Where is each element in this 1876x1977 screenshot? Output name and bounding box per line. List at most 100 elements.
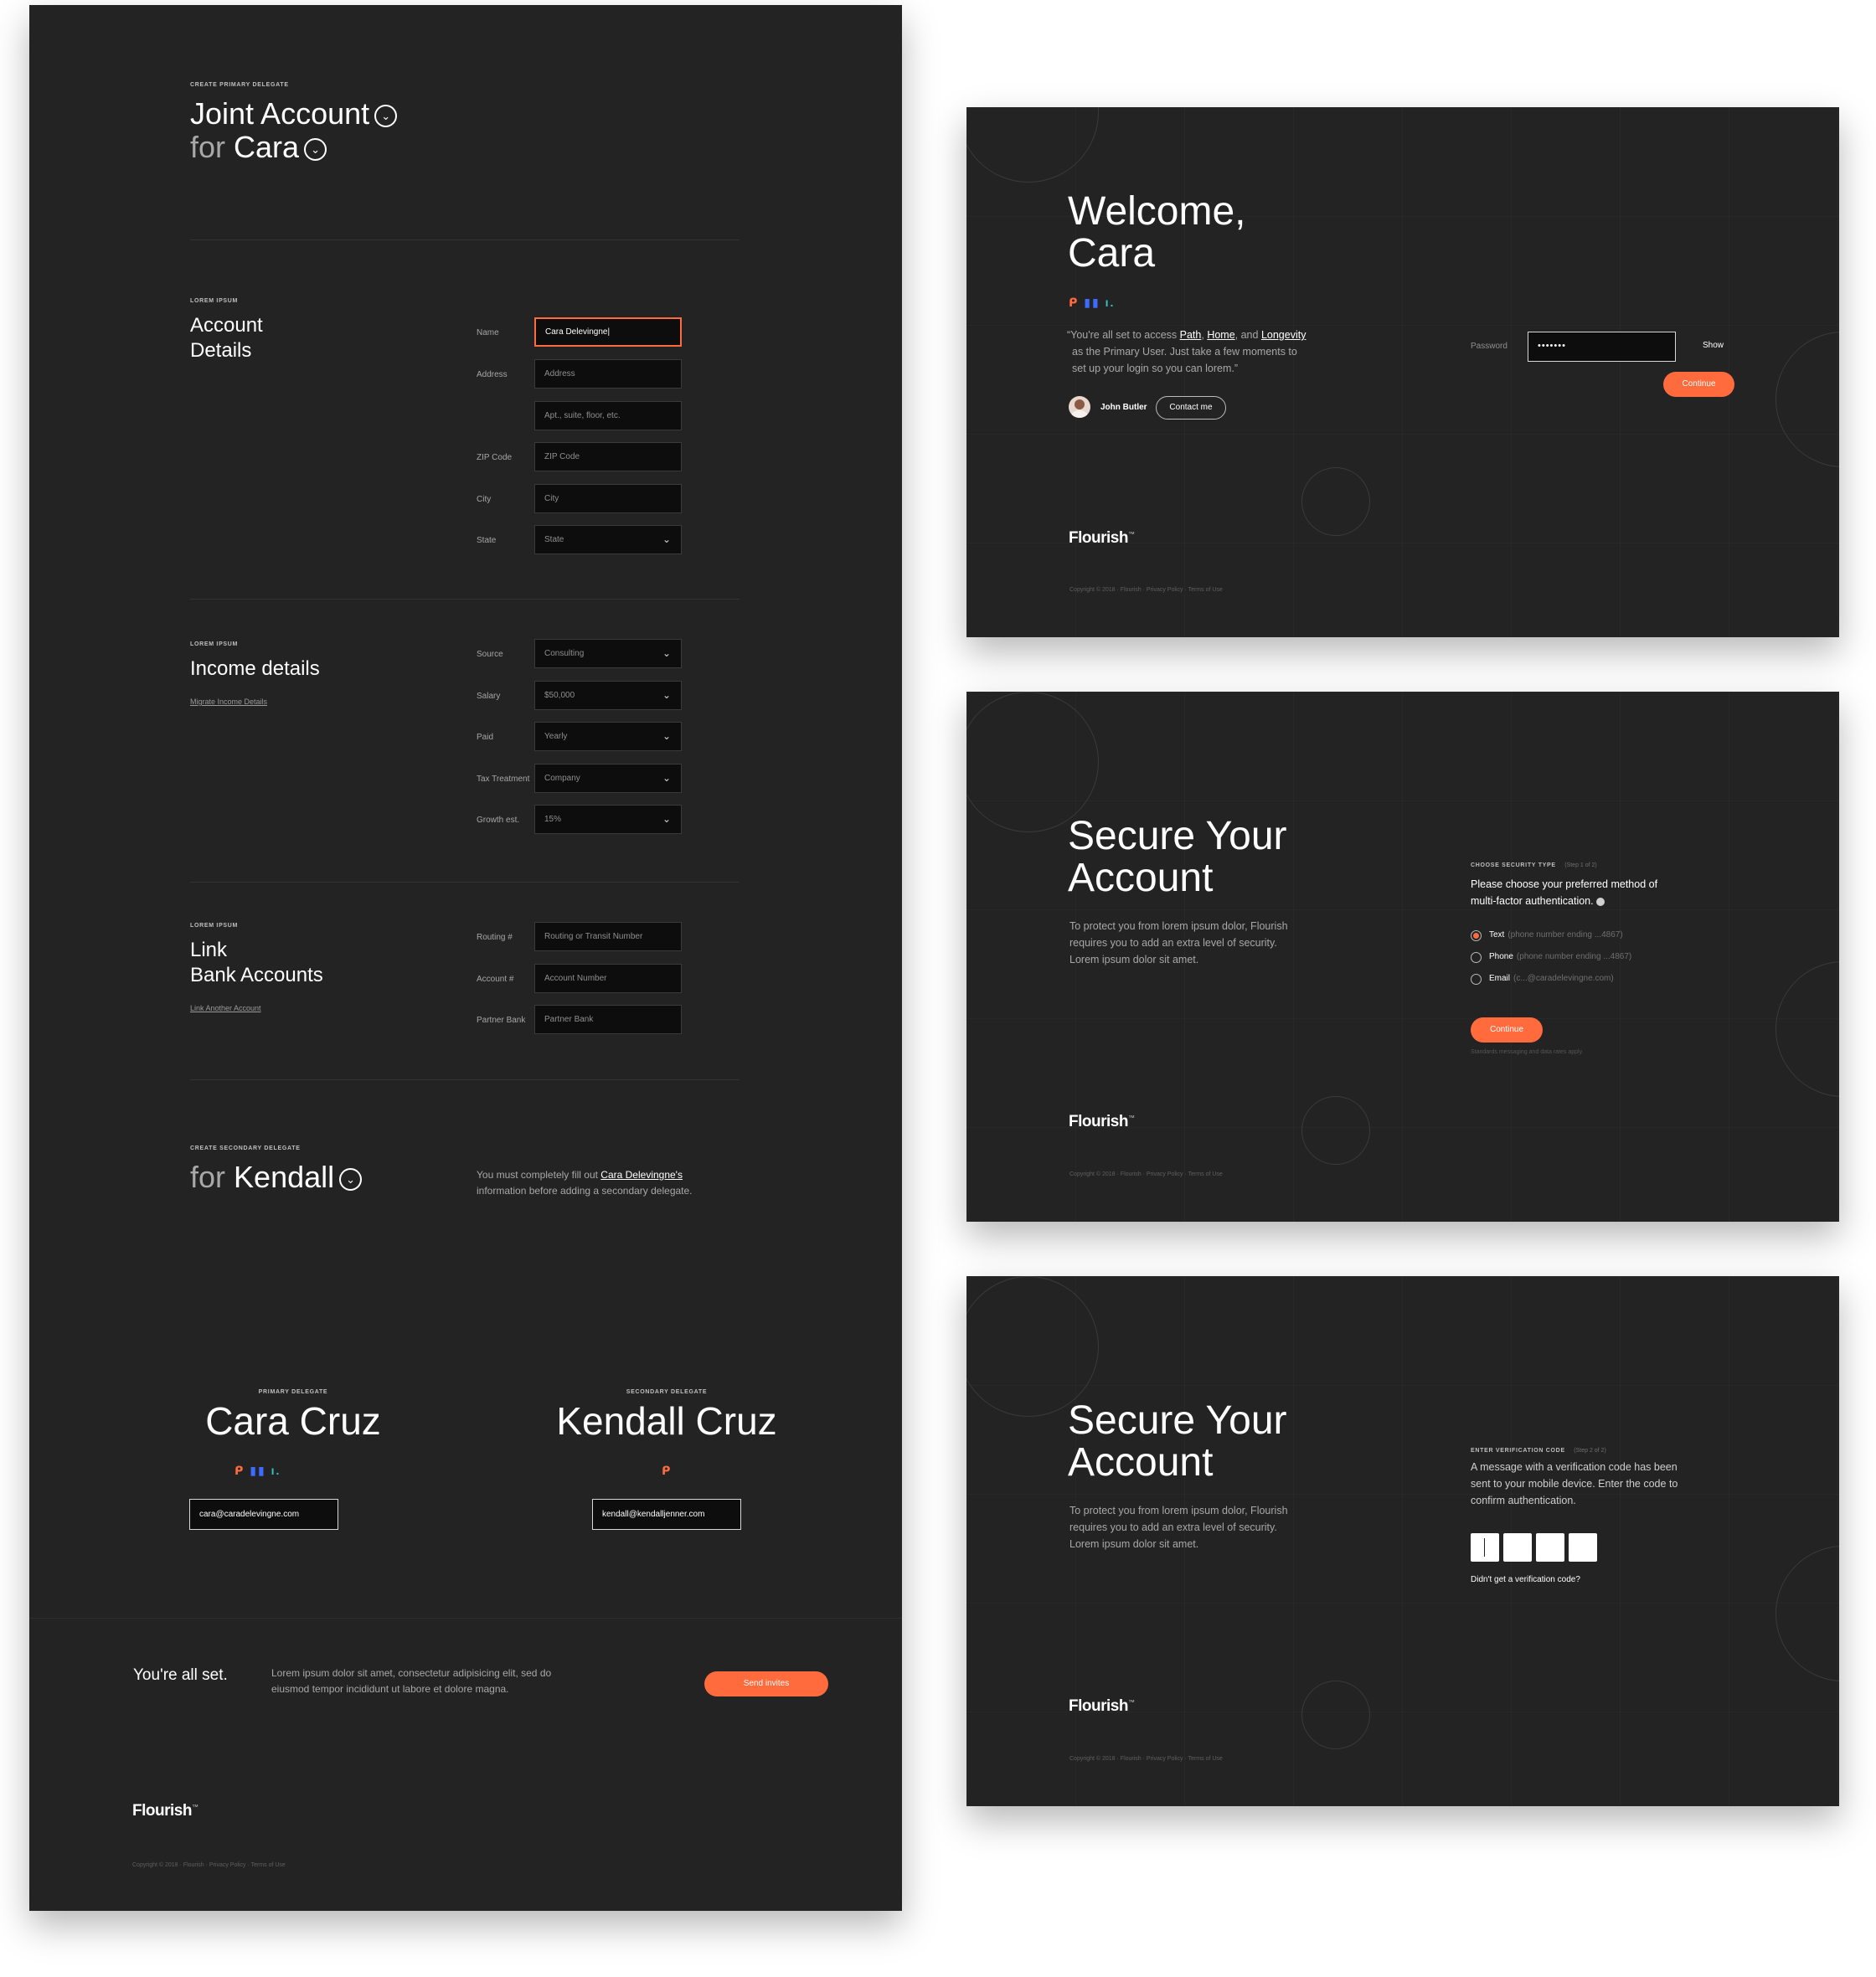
primary-delegate-name: Cara Cruz (205, 1399, 381, 1443)
welcome-title-line-1: Welcome, (1068, 189, 1246, 234)
continue-button[interactable]: Continue (1663, 372, 1734, 397)
chevron-down-icon: ⌄ (662, 730, 671, 742)
zip-input[interactable]: ZIP Code (534, 442, 682, 471)
secure-title-line-1: Secure Your (1068, 1398, 1287, 1443)
path-mark-icon: ᑭ (662, 1464, 673, 1477)
migrate-income-link[interactable]: Migrate Income Details (190, 698, 267, 706)
longevity-link[interactable]: Longevity (1261, 329, 1306, 341)
avatar (1069, 396, 1090, 418)
growth-select[interactable]: 15% ⌄ (534, 805, 682, 834)
all-set-title: You're all set. (133, 1666, 228, 1684)
chevron-down-icon[interactable]: ⌄ (374, 104, 398, 127)
chevron-down-icon: ⌄ (662, 533, 671, 545)
decorative-circle (1301, 467, 1370, 536)
account-section-eyebrow: LOREM IPSUM (190, 298, 239, 304)
flourish-logo[interactable]: Flourish™ (132, 1802, 198, 1820)
description-line-2: requires you to add an extra level of se… (1069, 937, 1277, 949)
chevron-down-icon[interactable]: ⌄ (339, 1167, 363, 1191)
copyright: Copyright © 2018 · Flourish · Privacy Po… (1069, 1756, 1223, 1762)
flourish-logo[interactable]: Flourish™ (1069, 1697, 1135, 1716)
copyright: Copyright © 2018 · Flourish · Privacy Po… (1069, 1171, 1223, 1177)
option-hint: (phone number ending ...4867) (1508, 930, 1623, 940)
flourish-logo[interactable]: Flourish™ (1069, 1113, 1135, 1131)
info-icon[interactable] (1596, 897, 1605, 906)
security-prompt: Please choose your preferred method of m… (1471, 876, 1657, 909)
option-hint: (c...@caradelevingne.com) (1513, 974, 1614, 983)
home-mark-icon: ▮▮ (1084, 296, 1100, 309)
source-select[interactable]: Consulting ⌄ (534, 639, 682, 668)
city-input[interactable]: City (534, 484, 682, 513)
brand-marks: ᑭ (662, 1464, 672, 1478)
secondary-email-field[interactable]: kendall@kendalljenner.com (592, 1499, 741, 1530)
chevron-down-icon[interactable]: ⌄ (304, 137, 327, 161)
bank-title-line-2: Bank Accounts (190, 964, 323, 986)
code-digit-2-input[interactable] (1503, 1533, 1532, 1562)
code-digit-4-input[interactable] (1569, 1533, 1597, 1562)
path-link[interactable]: Path (1180, 329, 1202, 341)
send-invites-button[interactable]: Send invites (704, 1671, 828, 1696)
home-link[interactable]: Home (1207, 329, 1234, 341)
secondary-note: You must completely fill out Cara Delevi… (477, 1167, 745, 1199)
partner-bank-input[interactable]: Partner Bank (534, 1005, 682, 1034)
address-line-2-input[interactable]: Apt., suite, floor, etc. (534, 401, 682, 430)
name-input[interactable]: Cara Delevingne| (534, 317, 682, 347)
chevron-down-icon: ⌄ (662, 689, 671, 701)
divider (190, 1079, 740, 1080)
state-select[interactable]: State ⌄ (534, 525, 682, 554)
text-radio[interactable] (1471, 930, 1482, 941)
trademark: ™ (191, 1803, 198, 1811)
path-mark-icon: ᑭ (234, 1464, 245, 1477)
salary-select[interactable]: $50,000 ⌄ (534, 681, 682, 710)
state-value: State (544, 535, 564, 544)
email-radio[interactable] (1471, 974, 1482, 985)
bank-section-title: Link Bank Accounts (190, 938, 323, 988)
divider (190, 882, 740, 883)
brand-marks: ᑭ ▮▮ ı. (1069, 296, 1115, 310)
cara-profile-link[interactable]: Cara Delevingne's (600, 1169, 683, 1181)
salary-value: $50,000 (544, 691, 575, 700)
quote-text: “You're all set to access (1067, 329, 1180, 341)
phone-radio[interactable] (1471, 952, 1482, 963)
eyebrow-text: CHOOSE SECURITY TYPE (1471, 862, 1556, 868)
name-label: Name (477, 328, 499, 337)
secondary-title-prefix: for (190, 1160, 226, 1194)
decorative-circle (1301, 1681, 1370, 1749)
title-line-1: Joint Account (190, 96, 370, 131)
option-label: Text (1489, 930, 1505, 940)
password-input[interactable]: ••••••• (1528, 332, 1676, 362)
verification-eyebrow: ENTER VERIFICATION CODE (Step 2 of 2) (1471, 1441, 1606, 1456)
code-digit-1-input[interactable] (1471, 1533, 1499, 1562)
show-password-toggle[interactable]: Show (1703, 341, 1724, 350)
code-digit-3-input[interactable] (1536, 1533, 1564, 1562)
paid-select[interactable]: Yearly ⌄ (534, 722, 682, 751)
link-another-account-link[interactable]: Link Another Account (190, 1004, 261, 1012)
continue-button[interactable]: Continue (1471, 1017, 1543, 1043)
tax-treatment-select[interactable]: Company ⌄ (534, 764, 682, 793)
account-number-input[interactable]: Account Number (534, 964, 682, 993)
email-option-label: Email (c...@caradelevingne.com) (1489, 974, 1614, 983)
growth-value: 15% (544, 815, 562, 824)
trademark: ™ (1127, 1114, 1135, 1122)
routing-label: Routing # (477, 933, 513, 942)
secondary-delegate-card-eyebrow: SECONDARY DELEGATE (626, 1389, 708, 1395)
secondary-delegate-eyebrow: CREATE SECONDARY DELEGATE (190, 1146, 301, 1151)
flourish-logo[interactable]: Flourish™ (1069, 529, 1135, 548)
longevity-mark-icon: ı. (271, 1464, 281, 1477)
address-input[interactable]: Address (534, 359, 682, 389)
message-line-1: A message with a verification code has b… (1471, 1461, 1678, 1473)
title-name: Cara (234, 130, 300, 164)
secure-title-line-2: Account (1068, 856, 1214, 900)
phone-option-label: Phone (phone number ending ...4867) (1489, 952, 1631, 961)
routing-input[interactable]: Routing or Transit Number (534, 922, 682, 951)
contact-me-button[interactable]: Contact me (1156, 396, 1226, 420)
logo-text: Flourish (132, 1802, 192, 1820)
secondary-title: for Kendall ⌄ (190, 1160, 363, 1194)
step-indicator: (Step 1 of 2) (1564, 862, 1597, 868)
growth-label: Growth est. (477, 816, 520, 825)
primary-email-field[interactable]: cara@caradelevingne.com (189, 1499, 338, 1530)
note-text-2: information before adding a secondary de… (477, 1185, 693, 1197)
message-line-3: confirm authentication. (1471, 1495, 1576, 1506)
resend-code-link[interactable]: Didn't get a verification code? (1471, 1575, 1580, 1584)
trademark: ™ (1127, 530, 1135, 538)
secure-account-step-2-panel: Secure Your Account To protect you from … (966, 1276, 1839, 1806)
